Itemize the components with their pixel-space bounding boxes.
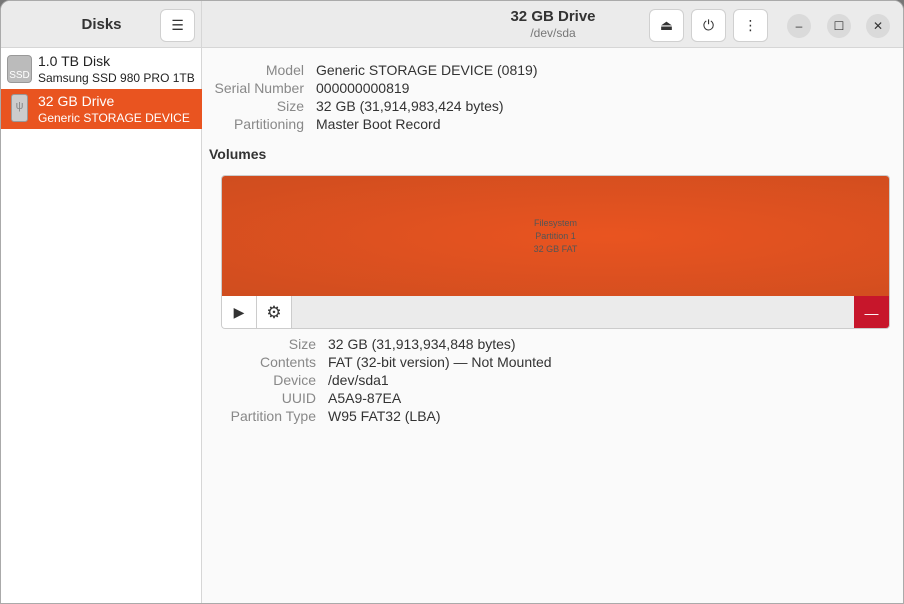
partition-value: /dev/sda1 (328, 372, 389, 388)
partition-value: A5A9-87EA (328, 390, 402, 406)
header-bar: Disks ☰ 32 GB Drive /dev/sda ⏏ ⏻ ⋮ – ☐ ✕ (1, 1, 903, 48)
partition-label: Partition Type (230, 408, 316, 424)
drive-value: 000000000819 (316, 80, 410, 96)
disk-name: 1.0 TB Disk (38, 53, 111, 69)
partition-type: Filesystem (533, 218, 577, 228)
close-button[interactable]: ✕ (866, 14, 890, 38)
eject-button[interactable]: ⏏ (649, 9, 684, 42)
minimize-button[interactable]: – (787, 14, 811, 38)
play-icon: ▶ (233, 304, 245, 320)
mount-button[interactable]: ▶ (222, 296, 257, 328)
volumes-heading: Volumes (209, 146, 267, 162)
drive-value: Generic STORAGE DEVICE (0819) (316, 62, 538, 78)
partition-label: Size (288, 336, 316, 352)
partition-options-button[interactable]: ⚙ (257, 296, 292, 328)
drive-title: 32 GB Drive (510, 8, 596, 25)
volume-map: Filesystem Partition 1 32 GB FAT ▶ ⚙ — (221, 175, 890, 329)
maximize-icon: ☐ (833, 19, 845, 33)
drive-value: 32 GB (31,914,983,424 bytes) (316, 98, 504, 114)
usb-drive-icon: ψ (11, 94, 28, 122)
delete-partition-button[interactable]: — (854, 296, 889, 328)
partition-label: Contents (259, 354, 316, 370)
power-icon: ⏻ (702, 17, 715, 33)
minimize-icon: – (795, 19, 803, 33)
close-icon: ✕ (872, 19, 884, 33)
partition-value: 32 GB (31,913,934,848 bytes) (328, 336, 516, 352)
drive-options-button[interactable]: ⋮ (733, 9, 768, 42)
gear-icon: ⚙ (266, 302, 282, 322)
eject-icon: ⏏ (659, 17, 674, 33)
drive-device: /dev/sda (530, 26, 576, 40)
disks-window: Disks ☰ 32 GB Drive /dev/sda ⏏ ⏻ ⋮ – ☐ ✕… (0, 0, 904, 604)
drive-label: Partitioning (233, 116, 304, 132)
drive-label: Serial Number (214, 80, 304, 96)
partition-1[interactable]: Filesystem Partition 1 32 GB FAT (222, 176, 889, 296)
partition-name: Partition 1 (535, 231, 576, 241)
disk-name: 32 GB Drive (38, 93, 115, 109)
minus-icon: — (864, 304, 879, 321)
partition-size: 32 GB FAT (533, 244, 578, 254)
menu-button[interactable]: ☰ (160, 9, 195, 42)
maximize-button[interactable]: ☐ (827, 14, 851, 38)
ssd-icon: SSD (7, 55, 32, 83)
power-off-button[interactable]: ⏻ (691, 9, 726, 42)
drive-label: Model (265, 62, 304, 78)
hamburger-icon: ☰ (171, 17, 184, 33)
sidebar-header: Disks ☰ (1, 1, 202, 48)
partition-value: W95 FAT32 (LBA) (328, 408, 441, 424)
drive-label: Size (276, 98, 304, 114)
partition-label: Device (273, 372, 316, 388)
partition-value: FAT (32-bit version) — Not Mounted (328, 354, 552, 370)
more-vertical-icon: ⋮ (743, 17, 758, 33)
partition-label: UUID (281, 390, 316, 406)
drive-value: Master Boot Record (316, 116, 441, 132)
